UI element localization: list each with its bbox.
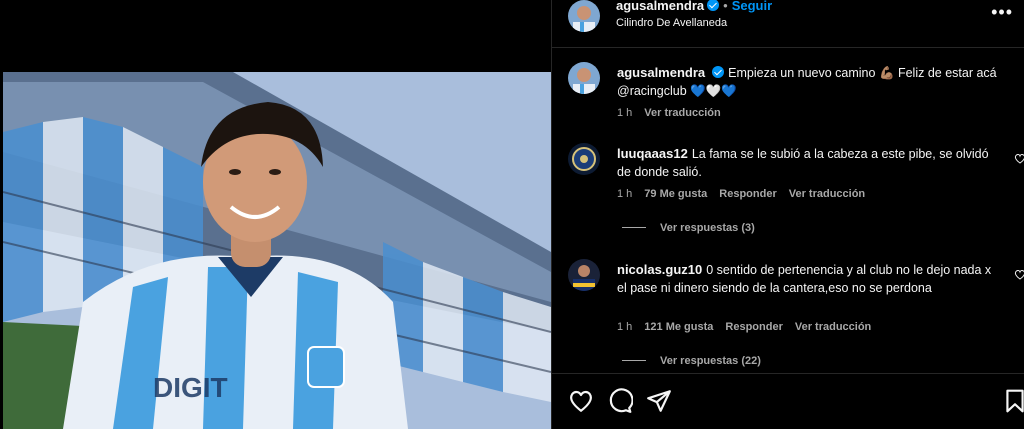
more-options-icon[interactable]: ••• [991, 2, 1013, 23]
replies-divider [622, 227, 646, 228]
caption-meta: 1 h Ver traducción [617, 107, 733, 119]
verified-icon [712, 66, 725, 78]
post-header: agusalmendra • Seguir Cilindro De Avellane… [552, 0, 1024, 48]
comment-meta: 1 h 79 Me gusta Responder Ver traducción [617, 188, 877, 200]
post-location[interactable]: Cilindro De Avellaneda [616, 17, 727, 29]
post-photo[interactable]: DIGIT [3, 72, 551, 429]
comment-likes[interactable]: 121 Me gusta [644, 321, 713, 333]
view-replies-button[interactable]: Ver respuestas (22) [622, 355, 761, 367]
comments-panel: agusalmendra • Seguir Cilindro De Avellane… [551, 0, 1024, 429]
view-replies-label: Ver respuestas (3) [660, 222, 755, 234]
comment-username[interactable]: nicolas.guz10 [617, 262, 702, 277]
player-photo-illustration: DIGIT [3, 72, 551, 429]
comment-icon[interactable] [607, 388, 633, 414]
comment-text-block: luuqaaas12 La fama se le subió a la cabez… [617, 145, 1002, 181]
comment-text-block: nicolas.guz10 0 sentido de pertenencia y … [617, 261, 1002, 297]
bookmark-icon[interactable] [1002, 388, 1024, 414]
comment-likes[interactable]: 79 Me gusta [644, 188, 707, 200]
follow-button[interactable]: Seguir [732, 0, 772, 13]
view-replies-label: Ver respuestas (22) [660, 355, 761, 367]
verified-icon [707, 0, 720, 11]
caption-avatar[interactable] [568, 62, 600, 94]
commenter-avatar[interactable] [568, 143, 600, 175]
comment-like-icon[interactable] [1014, 153, 1024, 164]
comment-translate-link[interactable]: Ver traducción [795, 321, 871, 333]
replies-divider [622, 360, 646, 361]
comment-meta: 1 h 121 Me gusta Responder Ver traducción [617, 321, 883, 333]
view-replies-button[interactable]: Ver respuestas (3) [622, 222, 755, 234]
heart-icon[interactable] [568, 388, 594, 414]
caption-time[interactable]: 1 h [617, 107, 632, 119]
reply-button[interactable]: Responder [719, 188, 776, 200]
reply-button[interactable]: Responder [725, 321, 782, 333]
author-avatar[interactable] [568, 0, 600, 32]
post-action-bar [552, 373, 1024, 429]
caption-translate-link[interactable]: Ver traducción [644, 107, 720, 119]
post-media: DIGIT [0, 0, 551, 429]
caption-username[interactable]: agusalmendra [617, 65, 705, 80]
comment-like-icon[interactable] [1014, 269, 1024, 280]
commenter-avatar[interactable] [568, 259, 600, 291]
comment-time[interactable]: 1 h [617, 321, 632, 333]
svg-text:DIGIT: DIGIT [153, 372, 228, 403]
caption-text-block: agusalmendra Empieza un nuevo camino 💪🏽 F… [617, 64, 1002, 100]
comment-translate-link[interactable]: Ver traducción [789, 188, 865, 200]
header-title-row: agusalmendra • Seguir [616, 0, 772, 15]
author-username[interactable]: agusalmendra [616, 0, 704, 13]
comment-username[interactable]: luuqaaas12 [617, 146, 688, 161]
comment-time[interactable]: 1 h [617, 188, 632, 200]
separator-dot: • [723, 0, 728, 13]
send-icon[interactable] [646, 388, 672, 414]
